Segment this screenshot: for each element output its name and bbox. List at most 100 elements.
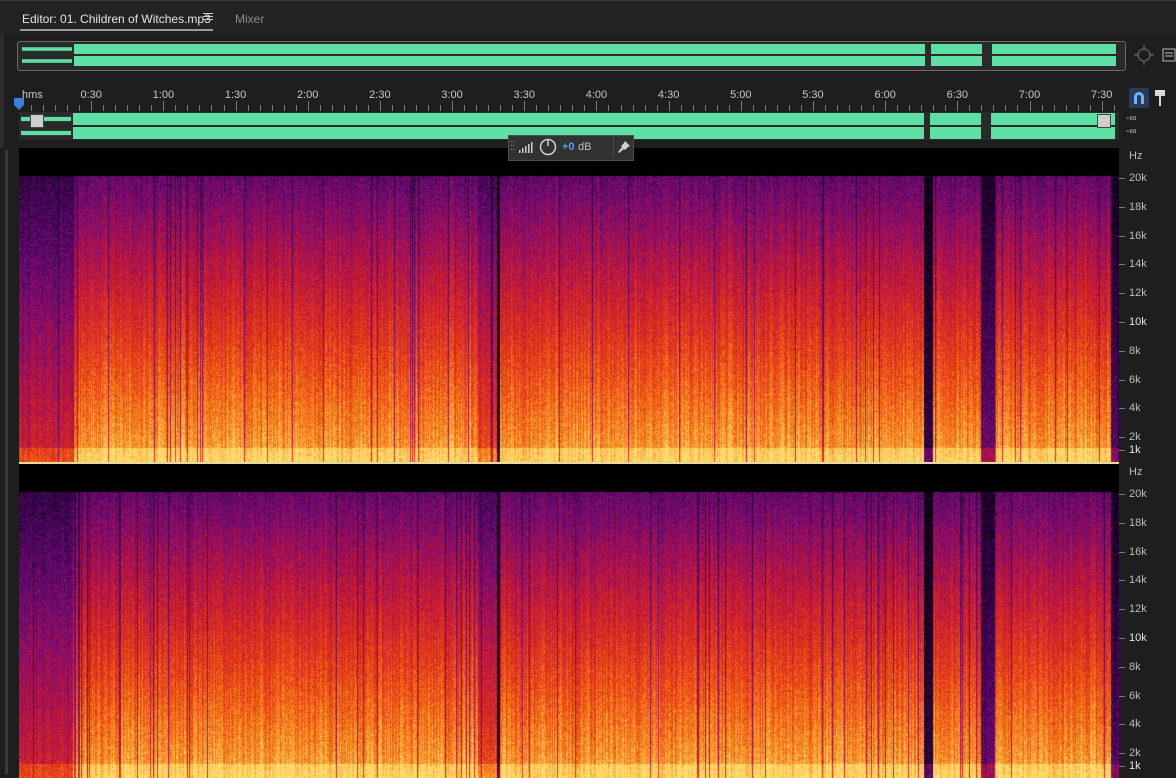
ruler-minor-tick <box>849 105 851 111</box>
fade-in-handle[interactable] <box>30 114 44 128</box>
ruler-minor-tick <box>1005 105 1007 111</box>
ruler-minor-tick <box>355 105 357 111</box>
ruler-tick-label: 3:30 <box>513 89 535 101</box>
vertical-scrollbar[interactable] <box>5 150 8 774</box>
frequency-tick <box>1119 638 1125 639</box>
ruler-minor-tick <box>31 105 33 111</box>
magnet-icon[interactable] <box>1129 88 1149 108</box>
crosshair-icon[interactable] <box>1133 44 1155 66</box>
ruler-tick-label: 4:30 <box>657 89 680 101</box>
ruler-tick-label: 1:30 <box>224 89 247 101</box>
frequency-tick <box>1119 293 1125 295</box>
frequency-label: 2k <box>1129 431 1141 444</box>
ruler-minor-tick <box>488 105 490 111</box>
ruler-tick-label: 0:30 <box>80 89 102 101</box>
ruler-minor-tick <box>367 105 369 111</box>
ruler-minor-tick <box>500 105 502 111</box>
frequency-label: 1k <box>1129 760 1141 772</box>
ruler-minor-tick <box>464 105 466 111</box>
ruler-minor-tick <box>139 105 141 111</box>
ruler-tick-label: 6:30 <box>946 89 969 101</box>
frequency-tick <box>1119 666 1125 668</box>
frequency-label: 16k <box>1129 229 1147 242</box>
frequency-label: 16k <box>1129 545 1147 558</box>
playhead-marker[interactable] <box>13 97 25 111</box>
ruler-minor-tick <box>331 105 333 111</box>
ruler-minor-tick <box>897 105 899 111</box>
fade-out-handle[interactable] <box>1097 114 1111 128</box>
ruler-minor-tick <box>572 105 574 111</box>
ruler-minor-tick <box>716 105 718 111</box>
pushpin-icon[interactable] <box>617 140 631 154</box>
ruler-minor-tick <box>692 105 694 111</box>
knob-icon[interactable] <box>539 138 557 156</box>
tab-mixer[interactable]: Mixer <box>235 12 264 26</box>
ruler-minor-tick <box>512 105 514 111</box>
ruler-minor-tick <box>440 105 442 111</box>
ruler-minor-tick <box>476 105 478 111</box>
ruler-minor-tick <box>969 105 971 111</box>
waveform-right-segment <box>21 130 71 136</box>
ruler-minor-tick <box>644 105 646 111</box>
waveform-left-segment <box>74 44 925 54</box>
frequency-label: 8k <box>1129 660 1141 673</box>
ruler-minor-tick <box>776 105 778 111</box>
meter-icon <box>519 142 533 153</box>
hamburger-icon[interactable] <box>203 11 213 21</box>
ruler-major-tick <box>1029 101 1031 111</box>
frequency-label: 8k <box>1129 344 1141 357</box>
frequency-axis-left-channel: Hz 20k 18k 16k 14k 12k 10k 8k 6k 4k 2k 1k <box>1119 148 1176 462</box>
frequency-tick <box>1119 235 1125 237</box>
tab-editor[interactable]: Editor: 01. Children of Witches.mp3 <box>22 12 211 26</box>
frequency-tick <box>1119 766 1125 767</box>
ruler-minor-tick <box>584 105 586 111</box>
waveform-left-segment <box>73 113 924 125</box>
spectrogram-left-channel[interactable] <box>19 148 1119 462</box>
ruler-minor-tick <box>933 105 935 111</box>
ruler-minor-tick <box>67 105 69 111</box>
frequency-tick <box>1119 494 1125 495</box>
ruler-minor-tick <box>620 105 622 111</box>
ruler-minor-tick <box>259 105 261 111</box>
ruler-minor-tick <box>295 105 297 111</box>
ruler-minor-tick <box>1017 105 1019 111</box>
ruler-tick-label: 5:00 <box>730 89 752 101</box>
overview-waveform[interactable] <box>20 43 1120 67</box>
ruler-minor-tick <box>981 105 983 111</box>
time-ruler[interactable]: 0:30 1:00 1:30 2:00 2:30 3:00 3:30 4:00 4:30 5:00… <box>19 86 1119 111</box>
frequency-label: 10k <box>1129 632 1147 644</box>
ruler-minor-tick <box>800 105 802 111</box>
ruler-minor-tick <box>1089 105 1091 111</box>
hud-gain-value[interactable]: +0 <box>562 141 575 153</box>
ruler-major-tick <box>235 101 237 111</box>
ruler-tick-label: 1:00 <box>152 89 175 101</box>
hud-separator <box>613 137 614 157</box>
frequency-tick <box>1119 206 1125 208</box>
frequency-label: 20k <box>1129 488 1147 500</box>
frequency-tick <box>1119 551 1125 553</box>
frequency-tick <box>1119 408 1125 410</box>
ruler-minor-tick <box>428 105 430 111</box>
ruler-minor-tick <box>993 105 995 111</box>
hud-drag-grip[interactable] <box>511 140 515 154</box>
frequency-label: 18k <box>1129 516 1147 529</box>
ruler-tick-label: 7:30 <box>1090 89 1113 101</box>
ruler-minor-tick <box>945 105 947 111</box>
ruler-major-tick <box>596 101 598 111</box>
frequency-tick <box>1119 753 1125 755</box>
frequency-label: 6k <box>1129 373 1141 386</box>
pin-icon[interactable] <box>1154 89 1166 107</box>
ruler-units-label: hms <box>22 89 43 101</box>
ruler-minor-tick <box>825 105 826 111</box>
frequency-tick <box>1119 264 1125 266</box>
ruler-major-tick <box>452 101 454 111</box>
level-readout-right: -∞ <box>1126 126 1137 137</box>
left-scroll-area <box>0 148 16 776</box>
ruler-major-tick <box>812 101 814 111</box>
spectrogram-right-channel[interactable] <box>19 464 1119 778</box>
panel-menu-icon[interactable] <box>1162 48 1176 62</box>
frequency-label: 4k <box>1129 402 1141 415</box>
ruler-minor-tick <box>1113 105 1115 111</box>
ruler-minor-tick <box>548 105 550 111</box>
frequency-label: 10k <box>1129 316 1147 328</box>
